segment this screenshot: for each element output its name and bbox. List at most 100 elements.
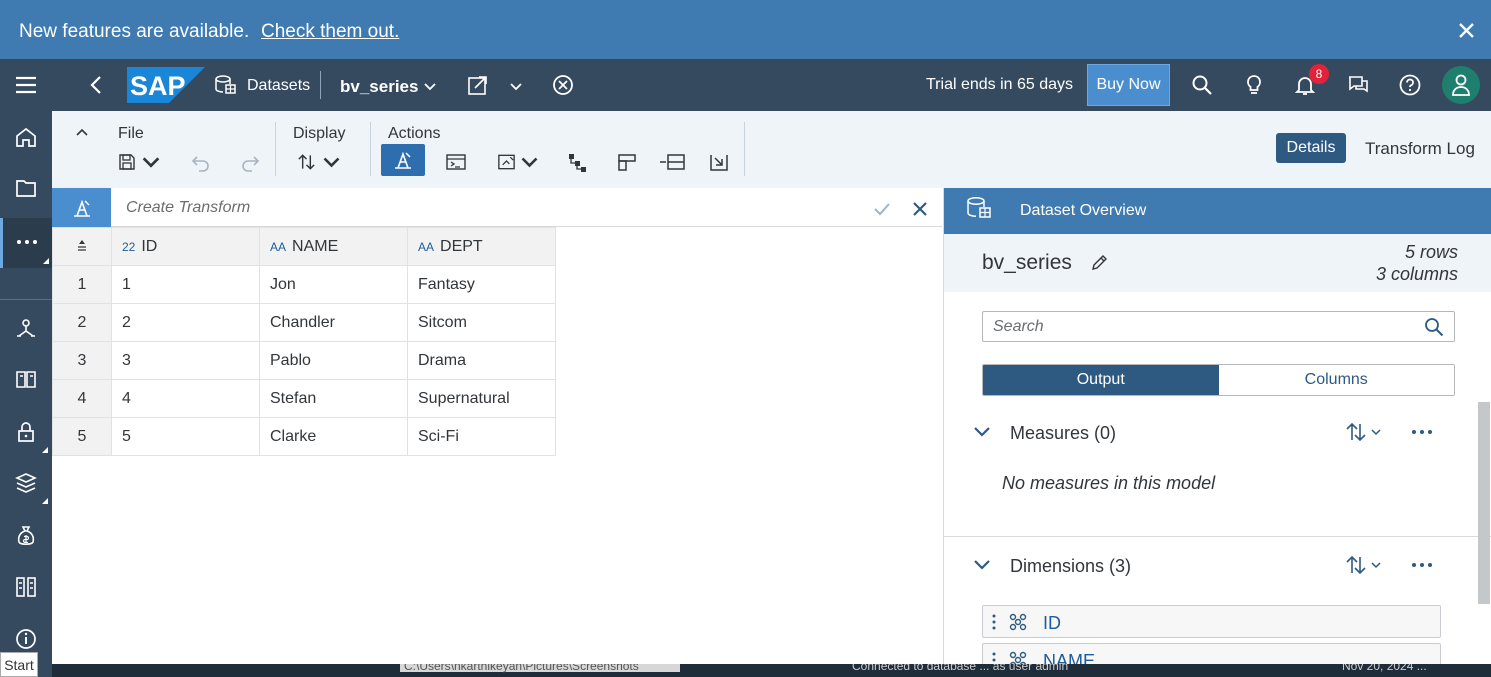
search-icon[interactable]: [1190, 73, 1214, 97]
sort-button[interactable]: [296, 148, 342, 176]
cell-id[interactable]: 1: [111, 265, 260, 304]
notification-badge: 8: [1309, 64, 1329, 84]
datasets-link[interactable]: Datasets: [247, 77, 310, 95]
cell-name[interactable]: Jon: [259, 265, 408, 304]
cell-id[interactable]: 2: [111, 303, 260, 342]
close-icon[interactable]: [912, 201, 928, 217]
transform-input[interactable]: [118, 188, 848, 227]
row-number: 5: [52, 417, 112, 456]
chevron-down-icon[interactable]: [972, 422, 992, 442]
money-bag-icon[interactable]: [14, 524, 38, 548]
row-number: 3: [52, 341, 112, 380]
split-icon[interactable]: [658, 148, 686, 176]
expand-marker: [42, 498, 48, 504]
search-input[interactable]: [983, 312, 1413, 341]
toolbar: File Display Actions Details Transform L…: [52, 111, 1491, 188]
pencil-icon[interactable]: [1090, 254, 1108, 272]
more-icon[interactable]: [1410, 422, 1434, 442]
cell-id[interactable]: 3: [111, 341, 260, 380]
table-row[interactable]: 3 3 Pablo Drama: [52, 341, 556, 380]
lock-icon[interactable]: [14, 420, 38, 444]
column-header-name[interactable]: AA NAME: [259, 227, 408, 266]
cell-name[interactable]: Clarke: [259, 417, 408, 456]
collapse-chevron-icon[interactable]: [74, 125, 90, 139]
column-header-label: NAME: [292, 237, 339, 255]
table-row[interactable]: 5 5 Clarke Sci-Fi: [52, 417, 556, 456]
cell-name[interactable]: Chandler: [259, 303, 408, 342]
sidebar-item-more[interactable]: [0, 218, 52, 268]
row-number-header[interactable]: [52, 227, 112, 266]
packages-icon[interactable]: [14, 471, 38, 495]
cell-dept[interactable]: Sci-Fi: [407, 417, 556, 456]
tab-columns[interactable]: Columns: [1218, 365, 1454, 395]
table-row[interactable]: 1 1 Jon Fantasy: [52, 265, 556, 304]
redo-icon[interactable]: [239, 148, 261, 176]
undo-icon[interactable]: [190, 148, 212, 176]
transform-type-button[interactable]: [52, 188, 111, 227]
back-icon[interactable]: [85, 73, 109, 97]
cell-id[interactable]: 5: [111, 417, 260, 456]
feature-banner: New features are available. Check them o…: [0, 0, 1491, 59]
save-button[interactable]: [118, 148, 162, 176]
table-row[interactable]: 4 4 Stefan Supernatural: [52, 379, 556, 418]
close-icon[interactable]: [1458, 22, 1475, 39]
sort-icon[interactable]: [1344, 421, 1384, 443]
datasets-icon[interactable]: [214, 75, 236, 95]
create-transform-button[interactable]: [381, 144, 425, 176]
sort-icon: [298, 154, 315, 170]
dataset-name-menu[interactable]: bv_series: [340, 77, 418, 97]
chat-icon[interactable]: [1346, 73, 1370, 97]
expand-marker: [42, 447, 48, 453]
cell-id[interactable]: 4: [111, 379, 260, 418]
banner-link[interactable]: Check them out.: [261, 21, 399, 43]
cell-dept[interactable]: Sitcom: [407, 303, 556, 342]
home-icon[interactable]: [14, 125, 38, 149]
chevron-down-icon[interactable]: [420, 76, 440, 96]
column-header-id[interactable]: 22 ID: [111, 227, 260, 266]
more-icon[interactable]: [1410, 555, 1434, 575]
cell-dept[interactable]: Drama: [407, 341, 556, 380]
buy-now-button[interactable]: Buy Now: [1087, 64, 1170, 106]
stories-icon[interactable]: [14, 367, 38, 391]
chevron-down-icon: [142, 157, 160, 168]
tab-output[interactable]: Output: [983, 365, 1219, 395]
search-icon[interactable]: [1424, 317, 1444, 337]
hierarchy-icon[interactable]: [566, 148, 588, 176]
geo-icon: [498, 154, 515, 170]
details-button[interactable]: Details: [1276, 133, 1346, 163]
column-header-dept[interactable]: AA DEPT: [407, 227, 556, 266]
column-icon[interactable]: [616, 148, 638, 176]
chevron-down-icon[interactable]: [972, 555, 992, 575]
cell-dept[interactable]: Fantasy: [407, 265, 556, 304]
cell-dept[interactable]: Supernatural: [407, 379, 556, 418]
chevron-down-icon[interactable]: [506, 76, 526, 96]
taskbar-path[interactable]: C:\Users\nkarthikeyan\Pictures\Screensho…: [400, 664, 680, 673]
table-row[interactable]: 2 2 Chandler Sitcom: [52, 303, 556, 342]
lightbulb-icon[interactable]: [1242, 73, 1266, 97]
check-icon[interactable]: [873, 200, 891, 218]
help-icon[interactable]: [1398, 73, 1422, 97]
cell-name[interactable]: Pablo: [259, 341, 408, 380]
column-header-label: DEPT: [440, 237, 483, 255]
transform-icon: [395, 151, 411, 169]
folder-icon[interactable]: [14, 176, 38, 200]
panel-scrollbar[interactable]: [1478, 402, 1490, 604]
close-circle-icon[interactable]: [551, 73, 575, 97]
apps-icon[interactable]: [14, 575, 38, 599]
import-icon[interactable]: [708, 148, 730, 176]
dimension-item[interactable]: ID: [982, 605, 1441, 638]
transform-log-button[interactable]: Transform Log: [1365, 139, 1475, 159]
cell-name[interactable]: Stefan: [259, 379, 408, 418]
start-button[interactable]: Start: [0, 652, 38, 677]
chevron-down-icon: [521, 157, 538, 168]
formula-icon[interactable]: [445, 148, 467, 176]
shell-divider: [320, 71, 321, 99]
geo-enrich-button[interactable]: [496, 148, 540, 176]
share-icon[interactable]: [466, 73, 490, 97]
avatar[interactable]: [1442, 66, 1480, 104]
info-icon[interactable]: [14, 627, 38, 651]
model-icon[interactable]: [14, 316, 38, 340]
drag-handle-icon[interactable]: [991, 613, 997, 631]
menu-icon[interactable]: [14, 73, 38, 97]
sort-icon[interactable]: [1344, 554, 1384, 576]
